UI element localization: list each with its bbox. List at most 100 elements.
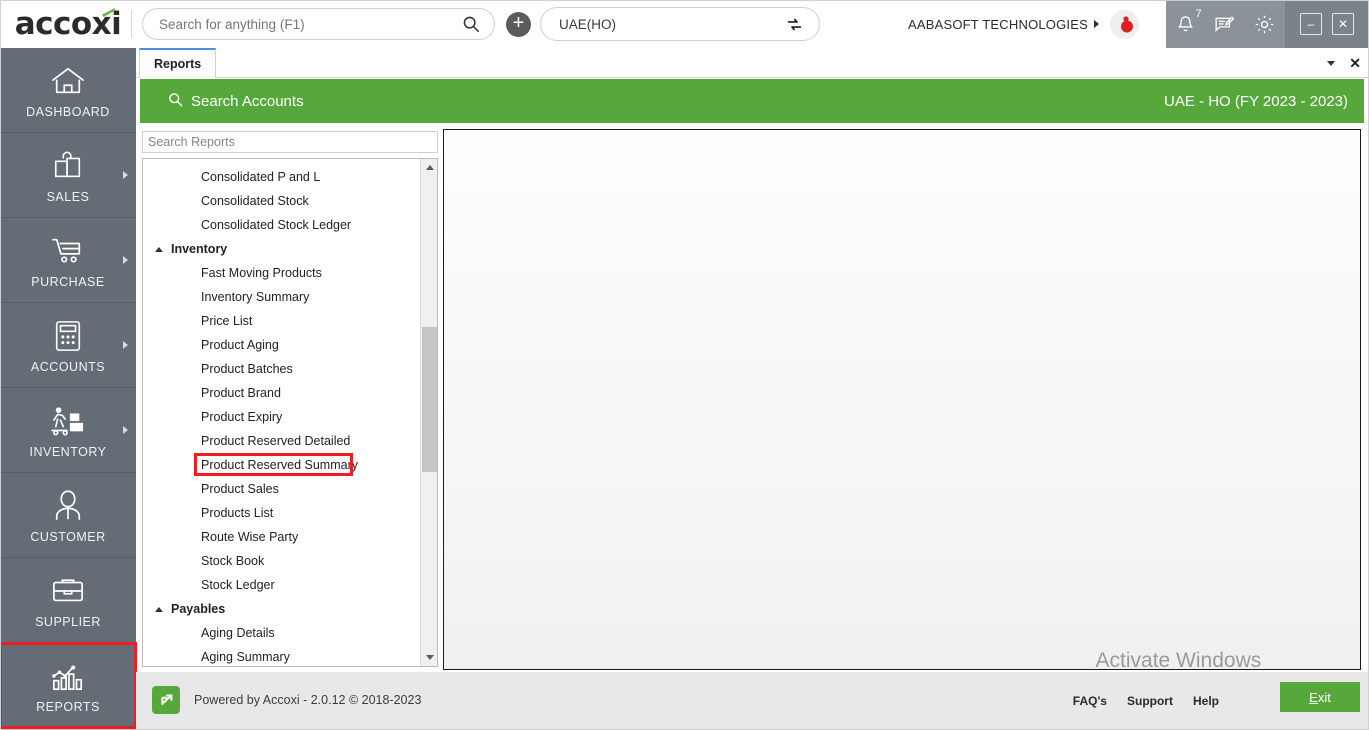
briefcase-icon (50, 571, 86, 611)
reports-list-item[interactable]: Product Aging (143, 333, 421, 357)
search-icon[interactable] (462, 15, 480, 33)
home-icon (50, 61, 86, 101)
scrollbar-thumb[interactable] (422, 327, 437, 472)
reports-item-label: Products List (201, 506, 273, 520)
reports-list-item[interactable]: Aging Details (143, 621, 421, 645)
reports-item-label: Product Expiry (201, 410, 282, 424)
sidebar-item-label: DASHBOARD (26, 105, 110, 119)
reports-item-label: Consolidated Stock (201, 194, 309, 208)
footer-link-help[interactable]: Help (1193, 694, 1219, 708)
reports-item-label: Product Reserved Detailed (201, 434, 350, 448)
delivery-worker-icon (48, 401, 88, 441)
reports-list-panel: Consolidated P and L Consolidated Stock Co… (142, 158, 438, 667)
reports-item-label: Stock Ledger (201, 578, 275, 592)
sidebar-item-supplier[interactable]: SUPPLIER (0, 558, 136, 643)
reports-list-item[interactable]: Price List (143, 309, 421, 333)
reports-group-header[interactable]: Payables (143, 597, 421, 621)
page-title: Search Accounts (191, 93, 304, 110)
reports-list-items: Consolidated P and L Consolidated Stock Co… (143, 159, 421, 666)
shopping-bag-icon (51, 146, 85, 186)
sidebar-item-dashboard[interactable]: DASHBOARD (0, 48, 136, 133)
triangle-down-icon (426, 655, 434, 660)
fiscal-context-label: UAE - HO (FY 2023 - 2023) (1164, 93, 1348, 110)
sidebar-item-inventory[interactable]: INVENTORY (0, 388, 136, 473)
reports-list-scrollbar[interactable] (420, 159, 437, 666)
reports-list-item[interactable]: Consolidated Stock Ledger (143, 213, 421, 237)
reports-list-item[interactable]: Inventory Summary (143, 285, 421, 309)
sidebar-item-customer[interactable]: CUSTOMER (0, 473, 136, 558)
sidebar-item-accounts[interactable]: ACCOUNTS (0, 303, 136, 388)
close-tab-icon[interactable]: ✕ (1349, 56, 1361, 70)
reports-list-item[interactable]: Aging Summary (143, 645, 421, 667)
reports-list-item[interactable]: Consolidated Stock (143, 189, 421, 213)
reports-group-header[interactable]: Inventory (143, 237, 421, 261)
main-sidebar: DASHBOARD SALES PURCHASE (0, 48, 136, 730)
avatar[interactable] (1110, 10, 1139, 39)
sidebar-item-purchase[interactable]: PURCHASE (0, 218, 136, 303)
logo-divider (131, 10, 132, 38)
reports-item-label: Product Sales (201, 482, 279, 496)
scroll-up-button[interactable] (421, 159, 438, 176)
reports-list-item[interactable]: Product Expiry (143, 405, 421, 429)
sidebar-item-label: ACCOUNTS (31, 360, 105, 374)
reports-item-label: Product Brand (201, 386, 281, 400)
powered-by-text: Powered by Accoxi - 2.0.12 © 2018-2023 (194, 693, 421, 707)
chevron-right-icon (123, 171, 128, 179)
close-window-button[interactable]: ✕ (1332, 13, 1354, 35)
reports-item-label: Price List (201, 314, 252, 328)
sidebar-item-label: CUSTOMER (30, 530, 105, 544)
chevron-down-icon[interactable] (1327, 61, 1335, 66)
sidebar-item-label: INVENTORY (30, 445, 107, 459)
chevron-right-icon (123, 426, 128, 434)
accoxi-footer-logo-icon (152, 686, 180, 714)
reports-search-field[interactable] (142, 131, 438, 153)
company-menu[interactable]: AABASOFT TECHNOLOGIES (908, 0, 1139, 48)
reports-list-item[interactable]: Product Brand (143, 381, 421, 405)
message-note-icon[interactable] (1214, 15, 1235, 34)
chevron-right-icon (123, 256, 128, 264)
footer-link-support[interactable]: Support (1127, 694, 1173, 708)
branch-selector[interactable]: UAE(HO) (540, 7, 820, 41)
add-new-button[interactable]: + (506, 12, 531, 37)
reports-item-label: Stock Book (201, 554, 264, 568)
reports-search-input[interactable] (143, 132, 437, 152)
tab-bar-controls: ✕ (1327, 48, 1361, 78)
reports-list-item[interactable]: Product Reserved Summary (143, 453, 421, 477)
gear-icon[interactable] (1254, 14, 1275, 35)
reports-list-item[interactable]: Products List (143, 501, 421, 525)
page-title-group: Search Accounts (168, 92, 304, 111)
person-icon (52, 486, 84, 526)
footer-link-faqs[interactable]: FAQ's (1073, 694, 1107, 708)
sidebar-item-label: SUPPLIER (35, 615, 101, 629)
reports-item-label: Inventory Summary (201, 290, 309, 304)
switch-branch-icon[interactable] (786, 16, 803, 33)
sidebar-item-sales[interactable]: SALES (0, 133, 136, 218)
reports-list-item[interactable]: Stock Ledger (143, 573, 421, 597)
tab-bar: Reports ✕ (136, 48, 1369, 78)
minimize-button[interactable]: – (1300, 13, 1322, 35)
sidebar-item-label: PURCHASE (31, 275, 104, 289)
reports-list-item[interactable]: Fast Moving Products (143, 261, 421, 285)
exit-button[interactable]: Exit (1280, 682, 1360, 712)
notification-count: 7 (1196, 8, 1202, 20)
reports-list-item[interactable]: Consolidated P and L (143, 165, 421, 189)
global-search[interactable] (142, 8, 495, 40)
reports-item-label: Aging Details (201, 626, 275, 640)
chevron-right-icon (1094, 20, 1099, 28)
reports-list-item[interactable]: Stock Book (143, 549, 421, 573)
reports-list-item[interactable]: Product Batches (143, 357, 421, 381)
search-icon (168, 92, 183, 111)
reports-list-item[interactable]: Product Reserved Detailed (143, 429, 421, 453)
reports-item-label: Product Batches (201, 362, 293, 376)
shopping-cart-icon (49, 231, 87, 271)
reports-item-label: Inventory (171, 242, 227, 256)
tab-reports[interactable]: Reports (139, 48, 216, 78)
reports-list-item[interactable]: Route Wise Party (143, 525, 421, 549)
reports-item-label: Aging Summary (201, 650, 290, 664)
scroll-down-button[interactable] (421, 649, 438, 666)
search-input[interactable] (143, 17, 462, 32)
reports-list-item[interactable]: Product Sales (143, 477, 421, 501)
notification-bell-icon[interactable]: 7 (1176, 14, 1195, 35)
sidebar-item-reports[interactable]: REPORTS (0, 643, 136, 728)
footer-bar: Powered by Accoxi - 2.0.12 © 2018-2023 F… (136, 672, 1369, 730)
